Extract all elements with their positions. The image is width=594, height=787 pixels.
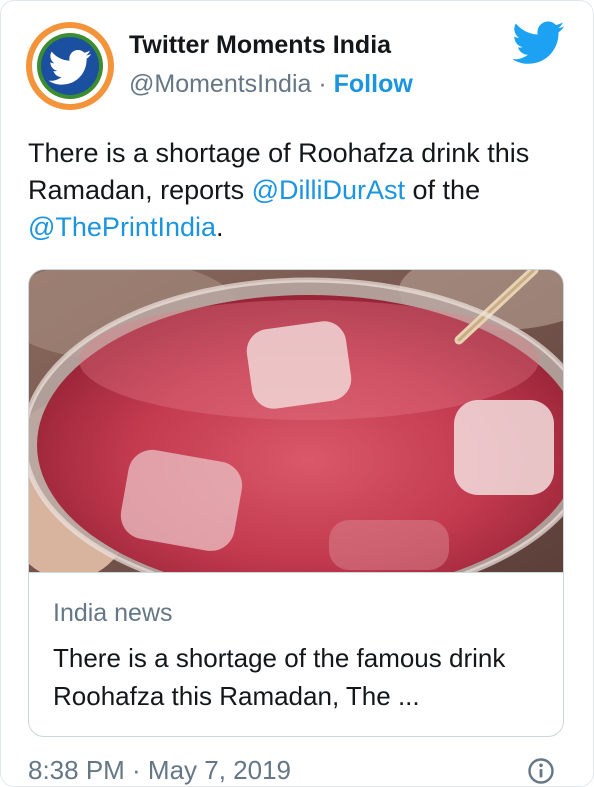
author-avatar[interactable] bbox=[25, 21, 115, 111]
link-domain: India news bbox=[53, 599, 173, 627]
twitter-bird-icon[interactable] bbox=[513, 21, 565, 65]
mention-dillidurast[interactable]: @DilliDurAst bbox=[252, 175, 405, 205]
handle-separator: · bbox=[318, 70, 327, 98]
author-name[interactable]: Twitter Moments India bbox=[129, 31, 391, 60]
link-preview-card[interactable]: India news There is a shortage of the fa… bbox=[28, 269, 564, 737]
link-preview-image bbox=[29, 270, 563, 572]
mention-theprintindia[interactable]: @ThePrintIndia bbox=[28, 212, 216, 242]
link-preview-info: India news There is a shortage of the fa… bbox=[29, 572, 563, 736]
author-handle-row: @MomentsIndia · Follow bbox=[129, 70, 413, 99]
info-icon[interactable] bbox=[527, 757, 555, 785]
link-title[interactable]: There is a shortage of the famous drink … bbox=[53, 639, 523, 715]
embedded-tweet: Twitter Moments India @MomentsIndia · Fo… bbox=[0, 0, 594, 787]
tweet-timestamp[interactable]: 8:38 PM · May 7, 2019 bbox=[28, 755, 291, 786]
tweet-text: There is a shortage of Roohafza drink th… bbox=[28, 138, 530, 242]
author-handle[interactable]: @MomentsIndia bbox=[129, 70, 311, 98]
follow-button[interactable]: Follow bbox=[334, 70, 413, 98]
